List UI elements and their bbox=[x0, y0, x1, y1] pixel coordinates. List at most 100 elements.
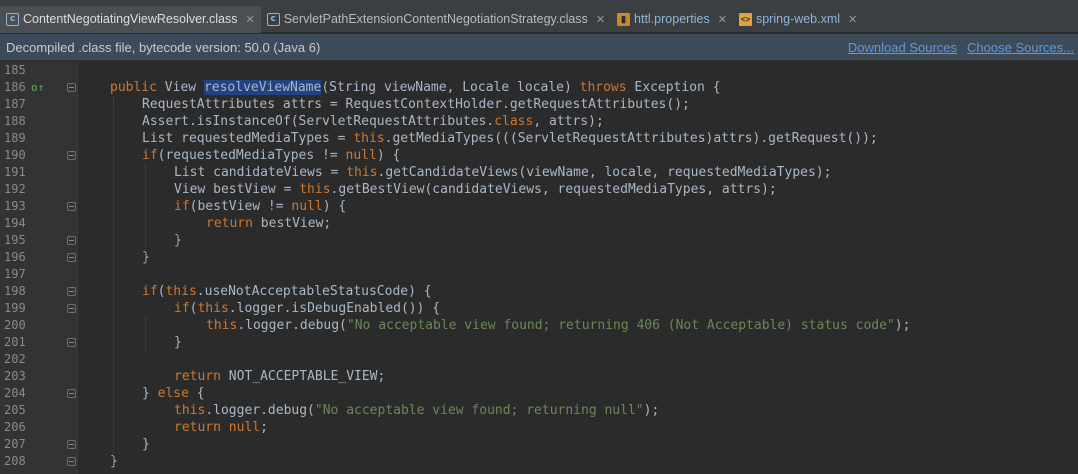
line-number: 206 bbox=[4, 420, 26, 434]
code-text: return null; bbox=[174, 420, 268, 435]
code-text: return NOT_ACCEPTABLE_VIEW; bbox=[174, 369, 386, 384]
tab-label: httl.properties bbox=[634, 12, 710, 26]
code-line[interactable]: 190 if(requestedMediaTypes != null) { bbox=[0, 147, 1078, 164]
code-text: if(this.logger.isDebugEnabled()) { bbox=[174, 301, 441, 316]
code-text: return bestView; bbox=[206, 216, 332, 231]
code-line[interactable]: 205 this.logger.debug("No acceptable view… bbox=[0, 402, 1078, 419]
tab-content-negotiating-view-resolver[interactable]: c ContentNegotiatingViewResolver.class ✕ bbox=[0, 5, 261, 33]
line-number: 196 bbox=[4, 250, 26, 264]
decompiled-notice: Decompiled .class file, bytecode version… bbox=[6, 39, 321, 55]
indent-guide bbox=[113, 96, 114, 470]
code-line[interactable]: 195} bbox=[0, 232, 1078, 249]
close-icon[interactable]: ✕ bbox=[596, 13, 605, 26]
download-sources-link[interactable]: Download Sources bbox=[848, 40, 957, 55]
code-text: this.logger.debug("No acceptable view fo… bbox=[206, 318, 911, 333]
code-text: } bbox=[174, 335, 182, 350]
code-line[interactable]: 192 View bestView = this.getBestView(cand… bbox=[0, 181, 1078, 198]
code-text: RequestAttributes attrs = RequestContext… bbox=[142, 97, 690, 112]
line-number: 193 bbox=[4, 199, 26, 213]
tab-label: ServletPathExtensionContentNegotiationSt… bbox=[283, 12, 588, 26]
fold-toggle-icon[interactable] bbox=[67, 236, 76, 245]
code-line[interactable]: 191 List candidateViews = this.getCandida… bbox=[0, 164, 1078, 181]
fold-toggle-icon[interactable] bbox=[67, 440, 76, 449]
code-text: public View resolveViewName(String viewN… bbox=[110, 80, 721, 95]
line-number: 194 bbox=[4, 216, 26, 230]
code-text: } else { bbox=[142, 386, 205, 401]
tab-label: ContentNegotiatingViewResolver.class bbox=[23, 12, 238, 26]
close-icon[interactable]: ✕ bbox=[245, 13, 254, 26]
indent-guide bbox=[145, 164, 146, 266]
line-number: 199 bbox=[4, 301, 26, 315]
code-line[interactable]: 197 bbox=[0, 266, 1078, 283]
code-line[interactable]: 203 return NOT_ACCEPTABLE_VIEW; bbox=[0, 368, 1078, 385]
tab-label: spring-web.xml bbox=[755, 12, 841, 26]
code-text: if(bestView != null) { bbox=[174, 199, 347, 214]
code-line[interactable]: 196} bbox=[0, 249, 1078, 266]
class-file-icon: c bbox=[6, 12, 19, 26]
override-marker-icon[interactable]: o↑ bbox=[31, 79, 45, 96]
line-number: 203 bbox=[4, 369, 26, 383]
line-number: 197 bbox=[4, 267, 26, 281]
indent-guide bbox=[177, 232, 178, 249]
code-line[interactable]: 185 bbox=[0, 62, 1078, 79]
code-editor[interactable]: 185 186 o↑ public View resolveViewName(Stri… bbox=[0, 62, 1078, 474]
code-line[interactable]: 198 if(this.useNotAcceptableStatusCode) { bbox=[0, 283, 1078, 300]
choose-sources-link[interactable]: Choose Sources... bbox=[967, 40, 1074, 55]
code-text: this.logger.debug("No acceptable view fo… bbox=[174, 403, 660, 418]
properties-file-icon: ▮ bbox=[617, 12, 631, 26]
fold-toggle-icon[interactable] bbox=[67, 287, 76, 296]
tab-servlet-path-extension-strategy[interactable]: c ServletPathExtensionContentNegotiation… bbox=[261, 6, 611, 33]
fold-toggle-icon[interactable] bbox=[67, 253, 76, 262]
code-text: List requestedMediaTypes = this.getMedia… bbox=[142, 131, 878, 146]
indent-guide bbox=[145, 317, 146, 351]
line-number: 185 bbox=[4, 63, 26, 77]
fold-toggle-icon[interactable] bbox=[67, 304, 76, 313]
line-number: 207 bbox=[4, 437, 26, 451]
line-number: 189 bbox=[4, 131, 26, 145]
close-icon[interactable]: ✕ bbox=[848, 13, 857, 26]
line-number: 187 bbox=[4, 97, 26, 111]
line-number: 190 bbox=[4, 148, 26, 162]
line-number: 208 bbox=[4, 454, 26, 468]
code-text: Assert.isInstanceOf(ServletRequestAttrib… bbox=[142, 114, 604, 129]
tab-httl-properties[interactable]: ▮ httl.properties ✕ bbox=[611, 6, 733, 33]
line-number: 191 bbox=[4, 165, 26, 179]
code-line[interactable]: 194 return bestView; bbox=[0, 215, 1078, 232]
code-text: List candidateViews = this.getCandidateV… bbox=[174, 165, 832, 180]
line-number: 192 bbox=[4, 182, 26, 196]
code-line[interactable]: 187 RequestAttributes attrs = RequestCont… bbox=[0, 96, 1078, 113]
code-line[interactable]: 189 List requestedMediaTypes = this.getMe… bbox=[0, 130, 1078, 147]
code-line[interactable]: 206 return null; bbox=[0, 419, 1078, 436]
line-number: 195 bbox=[4, 233, 26, 247]
line-number: 186 bbox=[4, 80, 26, 94]
fold-toggle-icon[interactable] bbox=[67, 457, 76, 466]
code-line[interactable]: 188 Assert.isInstanceOf(ServletRequestAtt… bbox=[0, 113, 1078, 130]
code-line[interactable]: 200 this.logger.debug("No acceptable view… bbox=[0, 317, 1078, 334]
code-text: } bbox=[142, 437, 150, 452]
tab-spring-web-xml[interactable]: <> spring-web.xml ✕ bbox=[733, 6, 863, 33]
code-line[interactable]: 207} bbox=[0, 436, 1078, 453]
line-number: 188 bbox=[4, 114, 26, 128]
fold-toggle-icon[interactable] bbox=[67, 389, 76, 398]
fold-toggle-icon[interactable] bbox=[67, 338, 76, 347]
fold-toggle-icon[interactable] bbox=[67, 151, 76, 160]
code-text: View bestView = this.getBestView(candida… bbox=[174, 182, 777, 197]
code-line[interactable]: 204} else { bbox=[0, 385, 1078, 402]
code-line[interactable]: 193 if(bestView != null) { bbox=[0, 198, 1078, 215]
line-number: 202 bbox=[4, 352, 26, 366]
code-line[interactable]: 199 if(this.logger.isDebugEnabled()) { bbox=[0, 300, 1078, 317]
fold-toggle-icon[interactable] bbox=[67, 83, 76, 92]
xml-file-icon: <> bbox=[738, 12, 752, 26]
class-file-icon: c bbox=[266, 12, 280, 26]
code-line[interactable]: 208} bbox=[0, 453, 1078, 470]
close-icon[interactable]: ✕ bbox=[718, 13, 727, 26]
fold-toggle-icon[interactable] bbox=[67, 202, 76, 211]
code-line[interactable]: 201} bbox=[0, 334, 1078, 351]
line-number: 200 bbox=[4, 318, 26, 332]
editor-tab-bar: c ContentNegotiatingViewResolver.class ✕… bbox=[0, 5, 1078, 33]
code-text: if(requestedMediaTypes != null) { bbox=[142, 148, 401, 163]
decompiled-banner: Decompiled .class file, bytecode version… bbox=[0, 34, 1078, 61]
code-line[interactable]: 186 o↑ public View resolveViewName(String … bbox=[0, 79, 1078, 96]
code-line[interactable]: 202 bbox=[0, 351, 1078, 368]
line-number: 198 bbox=[4, 284, 26, 298]
